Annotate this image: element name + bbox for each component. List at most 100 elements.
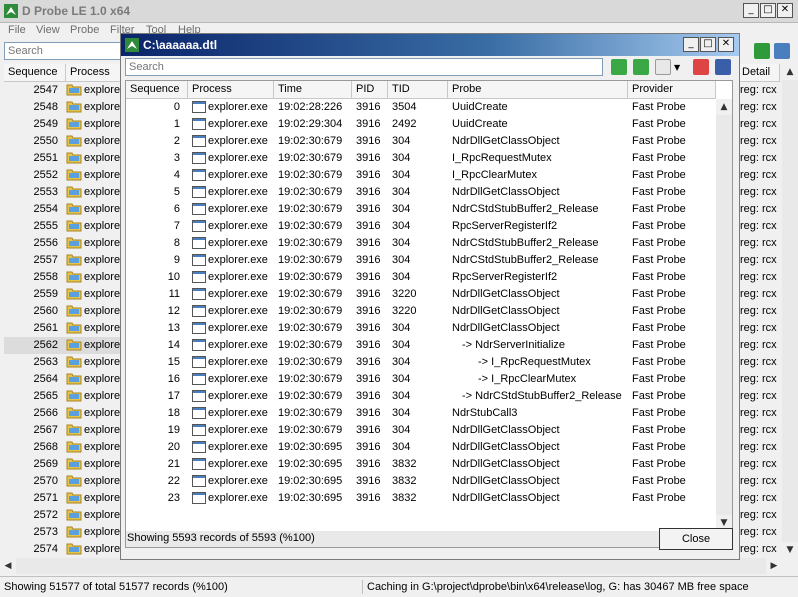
save-icon[interactable]: [715, 59, 731, 75]
menu-view[interactable]: View: [36, 24, 60, 36]
main-search-input[interactable]: [5, 43, 121, 59]
table-row[interactable]: 2562 explore: [4, 337, 122, 354]
table-row[interactable]: 2558 explore: [4, 269, 122, 286]
table-row[interactable]: 14 explorer.exe 19:02:30:679 3916 304 -> NdrS…: [126, 337, 716, 354]
maximize-button[interactable]: □: [760, 3, 776, 18]
table-row[interactable]: 2565 explore: [4, 388, 122, 405]
table-row[interactable]: 5 explorer.exe 19:02:30:679 3916 304 NdrDllGe…: [126, 184, 716, 201]
table-row[interactable]: 22 explorer.exe 19:02:30:695 3916 3832 NdrDll…: [126, 473, 716, 490]
table-row[interactable]: 18 explorer.exe 19:02:30:679 3916 304 NdrStub…: [126, 405, 716, 422]
dialog-maximize-button[interactable]: □: [700, 37, 716, 52]
main-vertical-scrollbar[interactable]: ▲ ▼: [782, 64, 798, 558]
chart-icon[interactable]: [693, 59, 709, 75]
dlg-header-probe[interactable]: Probe: [448, 81, 628, 99]
table-row[interactable]: 1 explorer.exe 19:02:29:304 3916 2492 UuidCre…: [126, 116, 716, 133]
back-arrow-icon[interactable]: [611, 59, 627, 75]
table-row[interactable]: 10 explorer.exe 19:02:30:679 3916 304 RpcServ…: [126, 269, 716, 286]
table-row[interactable]: 2569 explore: [4, 456, 122, 473]
table-row[interactable]: 19 explorer.exe 19:02:30:679 3916 304 NdrDllG…: [126, 422, 716, 439]
table-row[interactable]: 6 explorer.exe 19:02:30:679 3916 304 NdrCStdS…: [126, 201, 716, 218]
table-row[interactable]: 2552 explore: [4, 167, 122, 184]
close-button[interactable]: Close: [659, 528, 733, 550]
menu-file[interactable]: File: [8, 24, 26, 36]
main-horizontal-scrollbar[interactable]: ◀ ▶: [0, 558, 782, 574]
dialog-titlebar[interactable]: C:\aaaaaa.dtl _ □ ✕: [121, 34, 739, 56]
table-row[interactable]: 21 explorer.exe 19:02:30:695 3916 3832 NdrDll…: [126, 456, 716, 473]
col-header-sequence[interactable]: Sequence: [4, 64, 66, 82]
row-tid: 3832: [392, 475, 417, 487]
dlg-scroll-up-icon[interactable]: ▲: [716, 99, 732, 115]
table-row[interactable]: 2555 explore: [4, 218, 122, 235]
row-time: 19:02:30:679: [278, 186, 343, 198]
dlg-header-pid[interactable]: PID: [352, 81, 388, 99]
dialog-minimize-button[interactable]: _: [683, 37, 699, 52]
table-row[interactable]: 2573 explore: [4, 524, 122, 541]
table-row[interactable]: 17 explorer.exe 19:02:30:679 3916 304 -> NdrC…: [126, 388, 716, 405]
row-time: 19:02:30:679: [278, 373, 343, 385]
table-row[interactable]: 15 explorer.exe 19:02:30:679 3916 304 -> I_Rp…: [126, 354, 716, 371]
table-row[interactable]: 2547 explore: [4, 82, 122, 99]
dialog-search-input[interactable]: [126, 59, 602, 75]
dialog-vertical-scrollbar[interactable]: ▲ ▼: [716, 99, 732, 531]
col-header-detail[interactable]: Detail: [738, 64, 780, 82]
row-provider: Fast Probe: [632, 186, 686, 198]
table-row[interactable]: 0 explorer.exe 19:02:28:226 3916 3504 UuidCre…: [126, 99, 716, 116]
table-row[interactable]: 2557 explore: [4, 252, 122, 269]
dlg-header-process[interactable]: Process: [188, 81, 274, 99]
table-row[interactable]: 2574 explore: [4, 541, 122, 558]
table-row[interactable]: 2559 explore: [4, 286, 122, 303]
table-row[interactable]: 2561 explore: [4, 320, 122, 337]
table-row[interactable]: 2571 explore: [4, 490, 122, 507]
dialog-close-window-button[interactable]: ✕: [718, 37, 734, 52]
minimize-button[interactable]: _: [743, 3, 759, 18]
close-window-button[interactable]: ✕: [777, 3, 793, 18]
dlg-header-time[interactable]: Time: [274, 81, 352, 99]
table-row[interactable]: 2566 explore: [4, 405, 122, 422]
main-search-box[interactable]: [4, 42, 122, 60]
table-row[interactable]: 3 explorer.exe 19:02:30:679 3916 304 I_RpcReq…: [126, 150, 716, 167]
table-row[interactable]: 12 explorer.exe 19:02:30:679 3916 3220 NdrDll…: [126, 303, 716, 320]
dialog-search-box[interactable]: [125, 58, 603, 76]
table-row[interactable]: 2551 explore: [4, 150, 122, 167]
dropdown-arrow-icon[interactable]: ▼: [674, 63, 680, 72]
table-row[interactable]: 2548 explore: [4, 99, 122, 116]
scroll-left-icon[interactable]: ◀: [0, 558, 16, 574]
table-row[interactable]: 2549 explore: [4, 116, 122, 133]
table-row[interactable]: 23 explorer.exe 19:02:30:695 3916 3832 NdrDll…: [126, 490, 716, 507]
table-row[interactable]: 2572 explore: [4, 507, 122, 524]
scroll-right-icon[interactable]: ▶: [766, 558, 782, 574]
filter-icon[interactable]: [655, 59, 671, 75]
table-row[interactable]: 2560 explore: [4, 303, 122, 320]
table-row[interactable]: 2550 explore: [4, 133, 122, 150]
menu-probe[interactable]: Probe: [70, 24, 99, 36]
dlg-header-sequence[interactable]: Sequence: [126, 81, 188, 99]
table-row[interactable]: 20 explorer.exe 19:02:30:695 3916 304 NdrDllG…: [126, 439, 716, 456]
forward-arrow-icon[interactable]: [754, 43, 770, 59]
col-header-process[interactable]: Process: [66, 64, 122, 82]
table-row[interactable]: 11 explorer.exe 19:02:30:679 3916 3220 NdrDll…: [126, 286, 716, 303]
scroll-down-icon[interactable]: ▼: [782, 542, 798, 558]
forward-arrow-icon[interactable]: [633, 59, 649, 75]
table-row[interactable]: 2553 explore: [4, 184, 122, 201]
table-row[interactable]: 2568 explore: [4, 439, 122, 456]
table-row[interactable]: 2567 explore: [4, 422, 122, 439]
save-icon[interactable]: [774, 43, 790, 59]
dlg-header-tid[interactable]: TID: [388, 81, 448, 99]
table-row[interactable]: 2564 explore: [4, 371, 122, 388]
table-row[interactable]: 2563 explore: [4, 354, 122, 371]
table-row[interactable]: 2556 explore: [4, 235, 122, 252]
table-row[interactable]: 13 explorer.exe 19:02:30:679 3916 304 NdrDllG…: [126, 320, 716, 337]
dlg-header-provider[interactable]: Provider: [628, 81, 716, 99]
table-row[interactable]: 7 explorer.exe 19:02:30:679 3916 304 RpcServe…: [126, 218, 716, 235]
table-row[interactable]: 2570 explore: [4, 473, 122, 490]
row-detail: reg: rcx: [740, 237, 777, 249]
table-row[interactable]: 16 explorer.exe 19:02:30:679 3916 304 -> I_Rp…: [126, 371, 716, 388]
scroll-up-icon[interactable]: ▲: [782, 64, 798, 80]
table-row[interactable]: 8 explorer.exe 19:02:30:679 3916 304 NdrCStdS…: [126, 235, 716, 252]
table-row[interactable]: 2 explorer.exe 19:02:30:679 3916 304 NdrDllGe…: [126, 133, 716, 150]
main-titlebar[interactable]: D Probe LE 1.0 x64 _ □ ✕: [0, 0, 798, 23]
table-row[interactable]: 9 explorer.exe 19:02:30:679 3916 304 NdrCStdS…: [126, 252, 716, 269]
row-process: explorer.exe: [208, 339, 268, 351]
table-row[interactable]: 2554 explore: [4, 201, 122, 218]
table-row[interactable]: 4 explorer.exe 19:02:30:679 3916 304 I_RpcCle…: [126, 167, 716, 184]
